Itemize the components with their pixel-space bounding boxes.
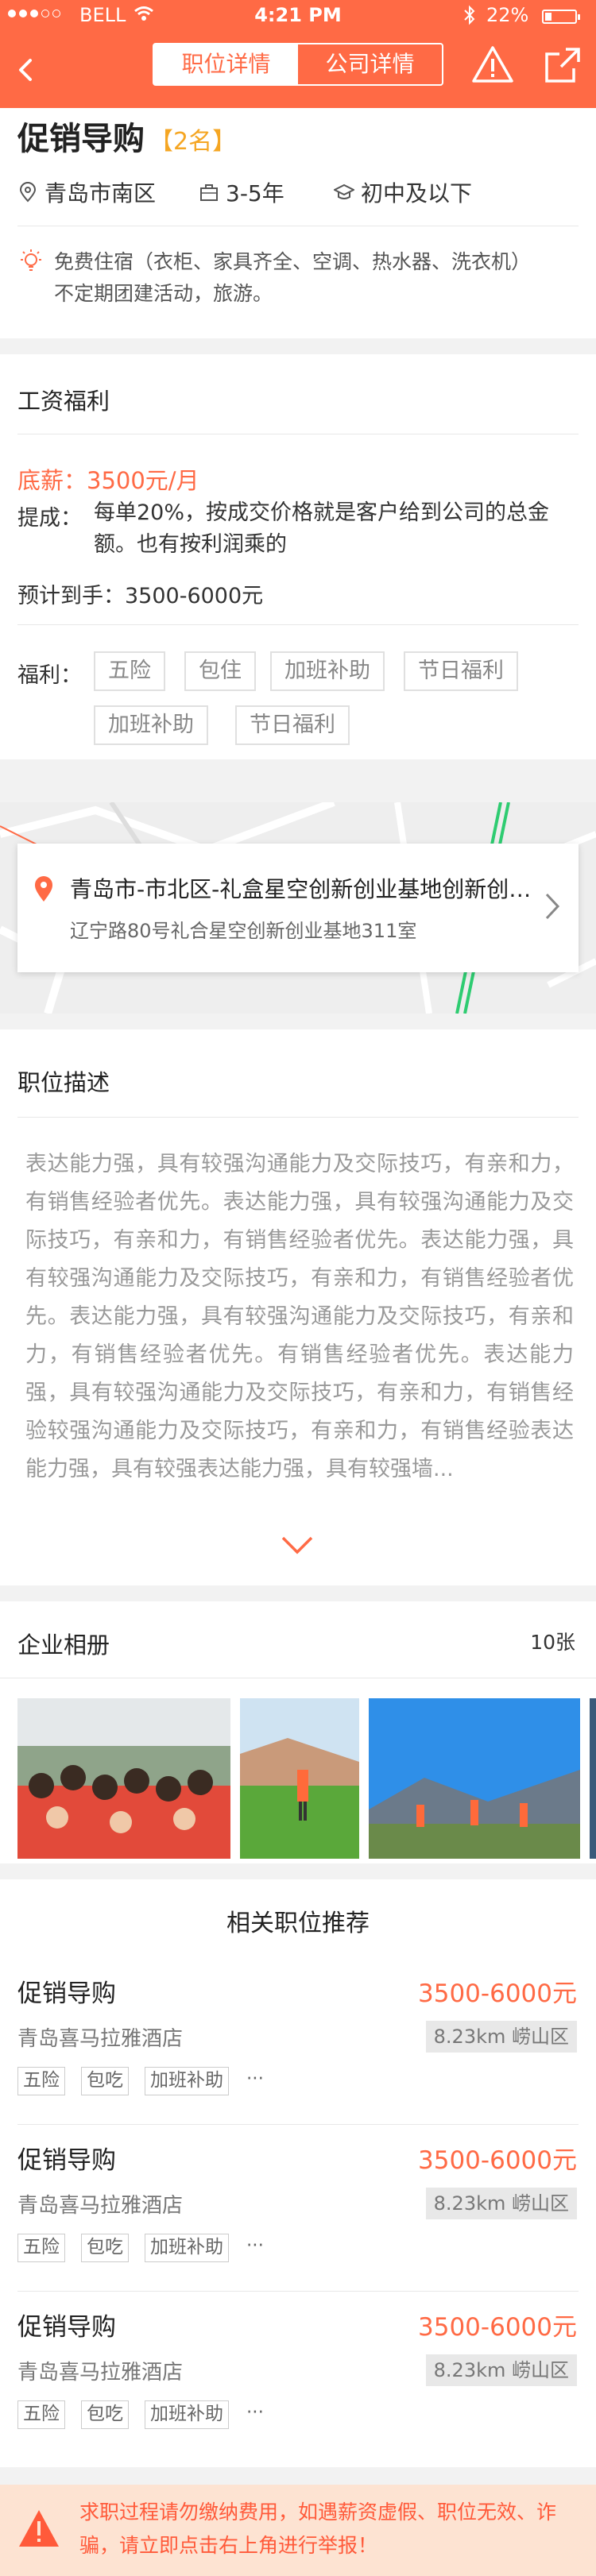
divider xyxy=(17,1117,579,1118)
share-icon[interactable] xyxy=(542,44,583,86)
rec-distance-district: 8.23km 崂山区 xyxy=(425,2021,577,2053)
salary-benefits-card: 工资福利 底薪：3500元/月 提成： 每单20%，按成交价格就是客户给到公司的… xyxy=(0,354,596,759)
photo-group-image xyxy=(17,1698,230,1859)
rec-job-name: 促销导购 xyxy=(17,2313,116,2342)
rec-company-name: 青岛喜马拉雅酒店 xyxy=(17,2194,184,2218)
expected-pay: 预计到手：3500-6000元 xyxy=(17,584,264,608)
benefit-tag: 五险 xyxy=(94,651,165,691)
rec-tag: 五险 xyxy=(17,2067,65,2095)
recommended-job-item[interactable]: 促销导购 3500-6000元 青岛喜马拉雅酒店 8.23km 崂山区 五险 包… xyxy=(0,2126,596,2292)
recommended-job-item[interactable]: 促销导购 3500-6000元 青岛喜马拉雅酒店 8.23km 崂山区 五险 包… xyxy=(0,2292,596,2459)
bluetooth-icon xyxy=(464,5,475,25)
benefit-tag: 节日福利 xyxy=(404,651,518,691)
battery-percent: 22% xyxy=(486,4,529,26)
chevron-down-icon[interactable] xyxy=(278,1533,316,1557)
job-experience-text: 3-5年 xyxy=(226,180,284,207)
rec-tag: 五险 xyxy=(17,2400,65,2429)
battery-icon xyxy=(542,10,580,24)
back-arrow-icon[interactable] xyxy=(11,54,43,86)
recommended-jobs-card: 相关职位推荐 促销导购 3500-6000元 青岛喜马拉雅酒店 8.23km 崂… xyxy=(0,1879,596,2467)
rec-tag: 五险 xyxy=(17,2234,65,2262)
rec-tag: 加班补助 xyxy=(145,2400,229,2429)
commission-label: 提成： xyxy=(17,506,82,531)
job-title-text: 促销导购 xyxy=(17,121,145,157)
recommend-section-title: 相关职位推荐 xyxy=(226,1910,370,1937)
rec-more-tags: ··· xyxy=(246,2235,264,2256)
job-title: 促销导购 【2名】 xyxy=(17,113,236,159)
company-album-card: 企业相册 10张 xyxy=(0,1601,596,1863)
rec-tag: 加班补助 xyxy=(145,2067,229,2095)
address-detail: 辽宁路80号礼合星空创新创业基地311室 xyxy=(70,920,417,942)
benefit-tag: 包住 xyxy=(184,651,256,691)
photo-hills-image xyxy=(369,1698,580,1859)
album-photo[interactable] xyxy=(17,1698,230,1859)
rec-job-name: 促销导购 xyxy=(17,1979,116,2008)
address-main: 青岛市-市北区-礼盒星空创新创业基地创新创业基地 xyxy=(70,876,534,902)
divider xyxy=(17,624,579,625)
location-pin-icon xyxy=(19,182,37,203)
rec-job-salary: 3500-6000元 xyxy=(418,2146,577,2175)
rec-company-name: 青岛喜马拉雅酒店 xyxy=(17,2027,184,2051)
job-perks-line-2: 不定期团建活动，旅游。 xyxy=(54,282,273,305)
job-headcount: 【2名】 xyxy=(149,128,237,156)
description-section-title: 职位描述 xyxy=(17,1069,110,1096)
salary-section-title: 工资福利 xyxy=(17,388,110,415)
tab-company-detail[interactable]: 公司详情 xyxy=(298,44,442,84)
album-photo[interactable] xyxy=(369,1698,580,1859)
benefit-tag: 加班补助 xyxy=(270,651,385,691)
tab-job-detail[interactable]: 职位详情 xyxy=(154,44,298,84)
album-photo[interactable] xyxy=(240,1698,359,1859)
rec-tag: 包吃 xyxy=(81,2234,129,2262)
benefit-tag: 加班补助 xyxy=(94,705,208,745)
rec-more-tags: ··· xyxy=(246,2402,264,2423)
rec-company-name: 青岛喜马拉雅酒店 xyxy=(17,2361,184,2385)
album-section-title: 企业相册 xyxy=(17,1632,110,1659)
rec-job-salary: 3500-6000元 xyxy=(418,2313,577,2342)
photo-field-image xyxy=(240,1698,359,1859)
job-experience: 3-5年 xyxy=(199,176,284,208)
location-pin-icon xyxy=(35,876,52,902)
job-location: 青岛市南区 xyxy=(17,176,156,208)
rec-job-salary: 3500-6000元 xyxy=(418,1979,577,2008)
job-description-card: 职位描述 表达能力强，具有较强沟通能力及交际技巧，有亲和力，有销售经验者优先。表… xyxy=(0,1029,596,1585)
recommended-job-item[interactable]: 促销导购 3500-6000元 青岛喜马拉雅酒店 8.23km 崂山区 五险 包… xyxy=(0,1959,596,2126)
rec-tag: 加班补助 xyxy=(145,2234,229,2262)
nav-bar: 职位详情 公司详情 xyxy=(0,32,596,108)
divider xyxy=(17,2124,579,2125)
fraud-warning-bar: 求职过程请勿缴纳费用，如遇薪资虚假、职位无效、诈骗，请立即点击右上角进行举报！ xyxy=(0,2485,596,2576)
base-salary: 底薪：3500元/月 xyxy=(17,467,199,494)
briefcase-icon xyxy=(200,184,218,201)
rec-more-tags: ··· xyxy=(246,2068,264,2089)
report-warning-icon[interactable] xyxy=(470,43,515,87)
rec-tag: 包吃 xyxy=(81,2067,129,2095)
address-card[interactable]: 青岛市-市北区-礼盒星空创新创业基地创新创业基地 辽宁路80号礼合星空创新创业基… xyxy=(17,844,579,972)
album-photo-partial[interactable] xyxy=(590,1698,596,1859)
lightbulb-icon xyxy=(21,249,41,271)
description-text: 表达能力强，具有较强沟通能力及交际技巧，有亲和力，有销售经验者优先。表达能力强，… xyxy=(25,1152,574,1481)
rec-tag: 包吃 xyxy=(81,2400,129,2429)
warning-triangle-icon xyxy=(19,2510,59,2547)
fraud-warning-text[interactable]: 求职过程请勿缴纳费用，如遇薪资虚假、职位无效、诈骗，请立即点击右上角进行举报！ xyxy=(79,2496,580,2562)
job-education: 初中及以下 xyxy=(334,176,472,208)
album-photo-count: 10张 xyxy=(530,1631,575,1654)
benefits-label: 福利： xyxy=(17,663,82,688)
status-bar: BELL 4:21 PM 22% xyxy=(0,0,596,32)
location-map[interactable]: 青岛市-市北区-礼盒星空创新创业基地创新创业基地 辽宁路80号礼合星空创新创业基… xyxy=(0,802,596,1014)
chevron-right-icon xyxy=(545,893,560,920)
detail-tab-switch: 职位详情 公司详情 xyxy=(153,43,443,86)
job-location-text: 青岛市南区 xyxy=(45,180,157,207)
commission-text: 每单20%，按成交价格就是客户给到公司的总金额。也有按利润乘的 xyxy=(94,500,550,557)
divider xyxy=(17,2291,579,2292)
benefit-tag: 节日福利 xyxy=(235,705,350,745)
job-perks: 免费住宿（衣柜、家具齐全、空调、热水器、洗衣机） 不定期团建活动，旅游。 xyxy=(54,246,579,310)
job-header-card: 促销导购 【2名】 青岛市南区 3-5年 初中及以下 免费住宿（衣柜、家具齐全、空… xyxy=(0,108,596,338)
rec-distance-district: 8.23km 崂山区 xyxy=(425,2354,577,2386)
rec-distance-district: 8.23km 崂山区 xyxy=(425,2188,577,2219)
job-education-text: 初中及以下 xyxy=(361,180,473,207)
job-perks-line-1: 免费住宿（衣柜、家具齐全、空调、热水器、洗衣机） xyxy=(54,250,532,273)
rec-job-name: 促销导购 xyxy=(17,2146,116,2175)
graduation-cap-icon xyxy=(334,183,354,199)
